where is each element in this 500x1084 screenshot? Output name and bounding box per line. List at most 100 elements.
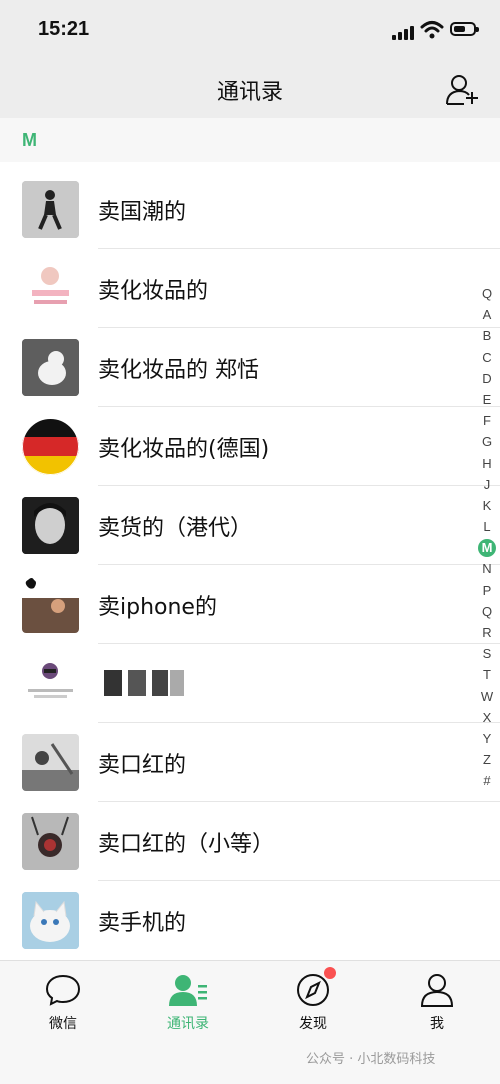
- index-letter[interactable]: Q: [476, 601, 498, 622]
- tab-me[interactable]: 我: [392, 973, 482, 1033]
- index-letter[interactable]: G: [476, 431, 498, 452]
- contact-avatar: [22, 260, 79, 317]
- contacts-icon: [169, 975, 207, 1006]
- index-letter-label: P: [482, 582, 492, 598]
- contact-row[interactable]: 卖化妆品的 郑恬: [0, 328, 500, 407]
- index-letter[interactable]: S: [476, 643, 498, 664]
- index-letter[interactable]: Z: [476, 749, 498, 770]
- index-letter[interactable]: E: [476, 389, 498, 410]
- chat-bubble-icon: [45, 974, 81, 1006]
- cellular-signal-icon: [392, 24, 416, 40]
- index-letter[interactable]: B: [476, 325, 498, 346]
- contact-avatar: [22, 339, 79, 396]
- contact-avatar: [22, 181, 79, 238]
- index-letter-label: Q: [481, 286, 493, 301]
- tab-discover[interactable]: 发现: [268, 967, 358, 1033]
- index-letter-label: R: [482, 625, 492, 640]
- index-letter-label: H: [482, 455, 492, 471]
- tab-label: 我: [430, 1016, 444, 1032]
- watermark: 公众号 · 小北数码科技: [306, 1052, 436, 1067]
- index-letter[interactable]: M: [476, 537, 498, 558]
- index-letter-label: L: [483, 519, 491, 535]
- tab-label: 通讯录: [167, 1016, 209, 1032]
- index-letter-label: #: [483, 773, 491, 789]
- index-letter-label: M: [478, 539, 496, 558]
- index-letter-label: K: [482, 497, 492, 513]
- contact-row[interactable]: 卖口红的（小等）: [0, 802, 500, 881]
- index-letter-label: E: [482, 391, 492, 407]
- battery-icon: [450, 22, 479, 36]
- index-letter-label: X: [482, 709, 492, 725]
- index-letter-label: W: [480, 688, 494, 704]
- index-letter[interactable]: L: [476, 516, 498, 537]
- contact-avatar: [22, 813, 79, 870]
- index-letter[interactable]: C: [476, 347, 498, 368]
- index-letter[interactable]: X: [476, 707, 498, 728]
- index-letter[interactable]: K: [476, 495, 498, 516]
- index-letter-label: C: [482, 349, 492, 365]
- contact-row[interactable]: 卖口红的: [0, 723, 500, 802]
- compass-icon: [297, 974, 329, 1006]
- person-icon: [420, 974, 454, 1007]
- index-letter-label: Z: [483, 752, 491, 768]
- page-title: 通讯录: [216, 80, 283, 105]
- index-letter[interactable]: P: [476, 580, 498, 601]
- tab-contacts[interactable]: 通讯录: [143, 973, 233, 1033]
- tab-label: 微信: [49, 1016, 77, 1032]
- add-contact-icon[interactable]: [444, 72, 480, 106]
- index-letter[interactable]: T: [476, 664, 498, 685]
- index-letter-label: Q: [481, 603, 493, 619]
- index-letter[interactable]: W: [476, 686, 498, 707]
- contact-row[interactable]: [0, 644, 500, 723]
- contact-avatar: [22, 576, 79, 633]
- index-letter-label: A: [482, 307, 492, 323]
- redacted-name: [170, 670, 184, 696]
- contact-avatar: [22, 418, 79, 475]
- tab-label: 发现: [299, 1016, 327, 1032]
- index-letter-label: S: [482, 646, 492, 662]
- index-letter[interactable]: N: [476, 558, 498, 579]
- contact-row[interactable]: 卖化妆品的(德国): [0, 407, 500, 486]
- index-letter[interactable]: R: [476, 622, 498, 643]
- status-time: 15:21: [38, 18, 90, 40]
- contact-row[interactable]: 卖手机的: [0, 881, 500, 960]
- index-letter-label: F: [483, 413, 491, 429]
- index-letter-label: N: [482, 561, 492, 577]
- index-letter-label: D: [482, 370, 492, 386]
- contact-name: 卖化妆品的 郑恬: [98, 358, 259, 383]
- contact-row[interactable]: 卖国潮的: [0, 170, 500, 249]
- tab-chats[interactable]: 微信: [18, 973, 108, 1033]
- contact-row[interactable]: 卖化妆品的: [0, 249, 500, 328]
- contact-name: 卖国潮的: [98, 200, 187, 225]
- section-letter: M: [22, 130, 37, 150]
- redacted-name: [152, 670, 168, 696]
- index-letter[interactable]: F: [476, 410, 498, 431]
- index-letter[interactable]: A: [476, 304, 498, 325]
- contact-row[interactable]: 卖货的（港代）: [0, 486, 500, 565]
- contact-row[interactable]: 卖iphone的: [0, 565, 500, 644]
- index-letter-label: J: [483, 476, 491, 492]
- index-letter[interactable]: J: [476, 474, 498, 495]
- contact-avatar: [22, 497, 79, 554]
- contact-name: 卖口红的（小等）: [98, 832, 275, 857]
- wifi-icon: [420, 21, 444, 39]
- contact-name: 卖货的（港代）: [98, 516, 253, 541]
- redacted-name: [104, 670, 122, 696]
- contact-name: 卖化妆品的(德国): [98, 437, 270, 462]
- index-letter[interactable]: H: [476, 453, 498, 474]
- index-letter[interactable]: Y: [476, 728, 498, 749]
- notification-badge: [324, 967, 336, 979]
- contact-list[interactable]: 卖国潮的 卖化妆品的 卖化妆品的 郑恬 卖化妆品的(德国) 卖货的（港代） 卖i: [0, 170, 500, 960]
- index-letter-label: Y: [482, 730, 492, 746]
- contact-avatar: [22, 892, 79, 949]
- status-bar: 15:21: [0, 0, 500, 60]
- alphabet-index[interactable]: Q A B C D E F G H J K L M N P Q R S T W X Y Z #: [476, 283, 498, 792]
- contact-name: 卖化妆品的: [98, 279, 209, 304]
- index-letter[interactable]: D: [476, 368, 498, 389]
- contact-avatar: [22, 734, 79, 791]
- index-letter[interactable]: Q: [476, 283, 498, 304]
- index-letter[interactable]: #: [476, 770, 498, 791]
- index-letter-label: G: [481, 434, 493, 450]
- nav-bar: 通讯录: [0, 60, 500, 118]
- section-header: M: [0, 118, 500, 162]
